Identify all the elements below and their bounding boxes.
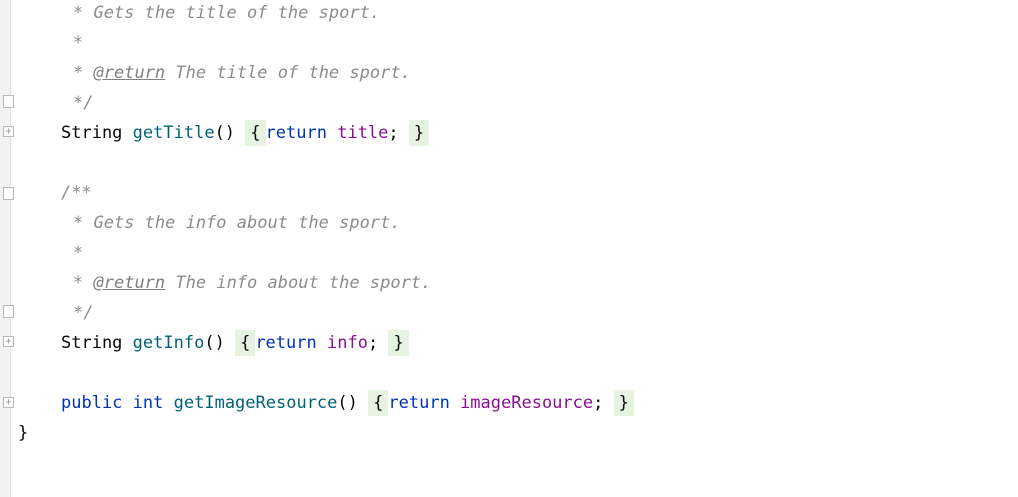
doc-text: *	[73, 33, 84, 53]
doc-comment-line: * @return The info about the sport.	[73, 268, 431, 298]
folded-open-brace[interactable]: {	[245, 120, 266, 146]
method-name: getImageResource	[173, 393, 338, 413]
doc-comment-line: * @return The title of the sport.	[73, 58, 411, 88]
doc-comment-line: /**	[61, 178, 92, 208]
fold-end-icon[interactable]	[3, 305, 14, 318]
return-keyword: return	[388, 393, 450, 413]
code-line-get-title: String getTitle() {return title; }	[61, 118, 430, 148]
public-keyword: public	[61, 393, 123, 413]
semicolon: ;	[388, 123, 399, 143]
folded-close-brace[interactable]: }	[613, 390, 634, 416]
doc-text: *	[73, 243, 84, 263]
folded-open-brace[interactable]: {	[235, 330, 256, 356]
doc-comment-line: */	[73, 88, 93, 118]
doc-star: *	[73, 273, 84, 293]
return-tag: @return	[93, 273, 166, 293]
int-keyword: int	[132, 393, 164, 413]
parens: ()	[337, 393, 358, 413]
doc-end: */	[73, 93, 94, 113]
return-keyword: return	[255, 333, 317, 353]
field-name: imageResource	[460, 393, 594, 413]
type-name: String	[61, 333, 123, 353]
editor-gutter[interactable]	[0, 0, 11, 497]
parens: ()	[214, 123, 236, 143]
doc-comment-line: *	[73, 28, 83, 58]
method-name: getTitle	[132, 123, 215, 143]
fold-collapse-icon[interactable]	[3, 187, 14, 200]
folded-close-brace[interactable]: }	[388, 330, 409, 356]
return-keyword: return	[265, 123, 327, 143]
doc-comment-line: * Gets the title of the sport.	[73, 0, 380, 28]
return-tag: @return	[93, 63, 166, 83]
doc-text: The info about the sport.	[175, 273, 432, 293]
code-line-get-info: String getInfo() {return info; }	[61, 328, 409, 358]
code-line-get-image-resource: public int getImageResource() {return im…	[61, 388, 634, 418]
method-name: getInfo	[132, 333, 205, 353]
folded-close-brace[interactable]: }	[408, 120, 430, 146]
doc-comment-line: *	[73, 238, 83, 268]
doc-text: * Gets the info about the sport.	[73, 213, 401, 233]
code-editor[interactable]: + + + * Gets the title of the sport. * *…	[0, 0, 1018, 497]
field-name: title	[337, 123, 389, 143]
fold-expand-icon[interactable]: +	[3, 397, 14, 408]
doc-start: /**	[61, 183, 92, 203]
doc-comment-line: * Gets the info about the sport.	[73, 208, 401, 238]
fold-expand-icon[interactable]: +	[3, 126, 14, 137]
doc-end: */	[73, 303, 94, 323]
doc-text: The title of the sport.	[175, 63, 411, 83]
folded-open-brace[interactable]: {	[368, 390, 389, 416]
semicolon: ;	[593, 393, 604, 413]
close-brace: }	[18, 423, 29, 443]
doc-star: *	[73, 63, 84, 83]
fold-expand-icon[interactable]: +	[3, 336, 14, 347]
doc-text: * Gets the title of the sport.	[73, 3, 381, 23]
doc-comment-line: */	[73, 298, 93, 328]
semicolon: ;	[367, 333, 379, 353]
parens: ()	[204, 333, 225, 353]
fold-end-icon[interactable]	[3, 95, 14, 108]
type-name: String	[61, 123, 123, 143]
field-name: info	[326, 333, 368, 353]
class-close-brace: }	[18, 418, 28, 448]
